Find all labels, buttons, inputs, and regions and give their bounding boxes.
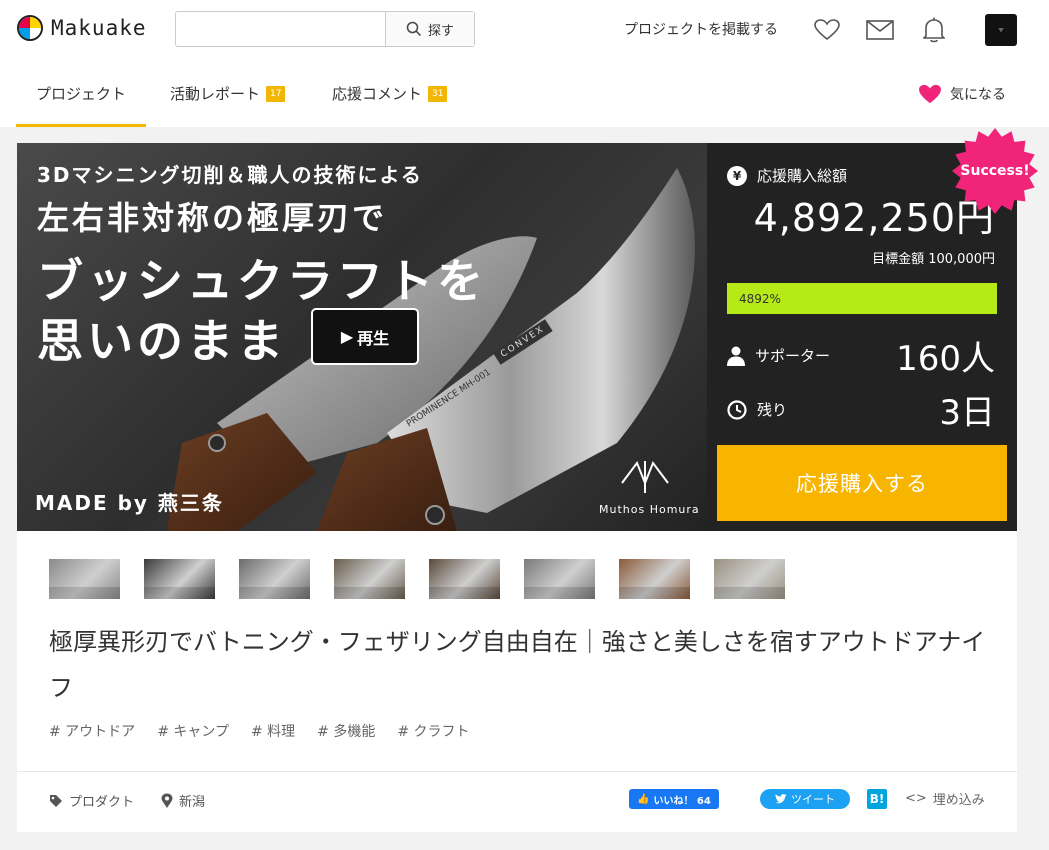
tweet-label: ツイート <box>791 793 835 806</box>
hero-made-by: MADE by 燕三条 <box>35 491 224 515</box>
tag-outdoor[interactable]: # アウトドア <box>49 721 135 741</box>
category-label: プロダクト <box>69 795 135 810</box>
play-icon: ▶ <box>340 327 354 346</box>
logo-text: Makuake <box>51 16 147 40</box>
search-input[interactable] <box>176 12 385 46</box>
play-video-button[interactable]: ▶ 再生 <box>311 308 419 365</box>
tag-cooking[interactable]: # 料理 <box>251 721 295 741</box>
tab-activity-report-label: 活動レポート <box>170 85 261 103</box>
play-button-label: 再生 <box>357 328 390 348</box>
hero-brand-name: Muthos Homura <box>599 503 700 516</box>
embed-button[interactable]: <> 埋め込み <box>905 789 985 808</box>
person-icon <box>727 346 745 366</box>
progress-fill: 4892% <box>727 283 997 314</box>
favorite-label: 気になる <box>950 87 1006 103</box>
tag-icon <box>50 794 62 807</box>
tab-support-comments-label: 応援コメント <box>332 85 423 103</box>
bell-icon[interactable] <box>920 16 948 44</box>
header: Makuake 探す プロジェクトを掲載する <box>0 0 1049 60</box>
supporters-label: サポーター <box>755 347 831 365</box>
goal-amount: 目標金額 100,000円 <box>872 252 995 267</box>
heart-icon <box>919 84 941 104</box>
location-label: 新潟 <box>179 795 206 810</box>
code-icon: <> <box>905 791 927 806</box>
hero-headline-1: 3Dマシニング切削＆職人の技術による <box>37 163 423 187</box>
tab-activity-report[interactable]: 活動レポート 17 <box>170 60 286 127</box>
thumbnail-image[interactable] <box>334 559 405 599</box>
facebook-like-label: いいね！ 64 <box>653 795 711 807</box>
total-label: 応援購入総額 <box>757 167 848 185</box>
hatena-label: B! <box>869 792 885 806</box>
tag-multifunction[interactable]: # 多機能 <box>317 721 375 741</box>
supporters-label-row: サポーター <box>727 345 830 366</box>
location-pin-icon <box>161 793 173 808</box>
thumbnail-strip <box>49 559 785 599</box>
location-link[interactable]: 新潟 <box>161 791 205 810</box>
remaining-label-row: 残り <box>727 399 787 420</box>
activity-report-count-badge: 17 <box>266 85 286 102</box>
support-comments-count-badge: 31 <box>428 85 448 102</box>
tag-camp[interactable]: # キャンプ <box>157 721 229 741</box>
logo-mark-icon <box>17 15 43 41</box>
search-icon <box>406 21 422 37</box>
remaining-label: 残り <box>757 401 788 419</box>
mail-icon[interactable] <box>866 16 894 44</box>
thumbnail-image[interactable] <box>144 559 215 599</box>
user-avatar[interactable] <box>985 14 1017 46</box>
search-box: 探す <box>175 11 475 47</box>
thumbnail-image[interactable] <box>619 559 690 599</box>
twitter-bird-icon <box>775 794 787 804</box>
tweet-button[interactable]: ツイート <box>760 789 850 809</box>
tag-craft[interactable]: # クラフト <box>397 721 469 741</box>
thumbnail-image[interactable] <box>239 559 310 599</box>
funding-progress-bar: 4892% <box>727 283 997 314</box>
favorites-heart-icon[interactable] <box>813 16 841 44</box>
search-button[interactable]: 探す <box>385 12 474 46</box>
hero-headline-2: 左右非対称の極厚刃で <box>37 199 388 237</box>
total-label-row: ¥ 応援購入総額 <box>727 165 847 186</box>
thumbnail-image[interactable] <box>714 559 785 599</box>
hero-headline-3: ブッシュクラフトを <box>37 254 487 308</box>
hatena-bookmark-button[interactable]: B! <box>867 789 887 809</box>
facebook-like-button[interactable]: 👍 いいね！ 64 <box>629 789 719 809</box>
remaining-value: 3日 <box>939 393 995 433</box>
search-button-label: 探す <box>427 23 454 39</box>
thumbs-up-icon: 👍 <box>637 793 650 805</box>
project-tabs: プロジェクト 活動レポート 17 応援コメント 31 気になる <box>0 60 1049 127</box>
progress-percent: 4892% <box>739 291 781 306</box>
embed-label: 埋め込み <box>932 793 985 808</box>
makuake-logo[interactable]: Makuake <box>17 15 147 41</box>
project-main-image[interactable]: 3Dマシニング切削＆職人の技術による 左右非対称の極厚刃で ブッシュクラフトを … <box>17 143 707 531</box>
favorite-button[interactable]: 気になる <box>918 84 1006 104</box>
hero-headline-4: 思いのまま <box>37 314 287 368</box>
divider <box>17 771 1017 772</box>
clock-icon <box>727 399 747 420</box>
success-badge: Success! <box>952 128 1038 214</box>
post-project-link[interactable]: プロジェクトを掲載する <box>624 19 778 39</box>
thumbnail-image[interactable] <box>429 559 500 599</box>
tag-list: # アウトドア # キャンプ # 料理 # 多機能 # クラフト <box>49 721 470 741</box>
supporters-value: 160人 <box>896 339 995 379</box>
tab-support-comments[interactable]: 応援コメント 31 <box>332 60 448 127</box>
support-purchase-button[interactable]: 応援購入する <box>717 445 1007 521</box>
thumbnail-image[interactable] <box>524 559 595 599</box>
success-badge-label: Success! <box>960 163 1030 179</box>
tab-project-label: プロジェクト <box>36 85 127 103</box>
project-title: 極厚異形刃でバトニング・フェザリング自由自在｜強さと美しさを宿すアウトドアナイフ <box>49 628 986 702</box>
support-purchase-label: 応援購入する <box>796 472 928 496</box>
yen-icon: ¥ <box>727 165 747 186</box>
thumbnail-image[interactable] <box>49 559 120 599</box>
tab-project[interactable]: プロジェクト <box>15 60 147 127</box>
project-content: 極厚異形刃でバトニング・フェザリング自由自在｜強さと美しさを宿すアウトドアナイフ… <box>17 531 1017 832</box>
category-link[interactable]: プロダクト <box>49 791 134 810</box>
